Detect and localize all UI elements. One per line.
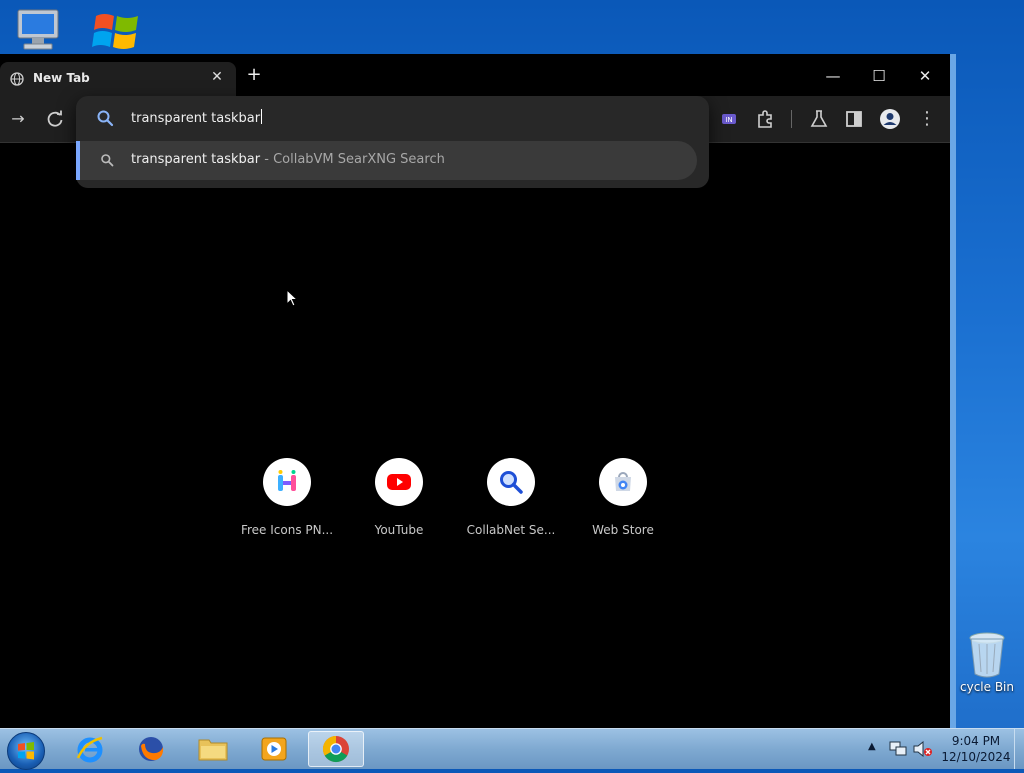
shortcut-tile (263, 458, 311, 506)
extension-badge-icon[interactable]: IN (718, 108, 740, 130)
recycle-bin-icon (969, 632, 1005, 678)
shortcut-tile (487, 458, 535, 506)
taskbar: ▲ 9:04 PM 12/10/2024 (0, 728, 1024, 770)
show-desktop-button[interactable] (1014, 729, 1024, 769)
desktop-icon-windows[interactable] (92, 8, 142, 52)
shortcut-youtube[interactable]: YouTube (344, 458, 454, 537)
desktop-icon-computer[interactable] (14, 8, 62, 52)
reload-icon[interactable] (44, 108, 66, 130)
windows-logo-icon (92, 14, 138, 49)
shortcut-collabnet[interactable]: CollabNet Se... (456, 458, 566, 537)
taskbar-file-explorer[interactable] (185, 731, 241, 767)
close-window-button[interactable]: ✕ (915, 66, 935, 86)
start-button[interactable] (7, 732, 45, 770)
suggestion-engine: CollabVM SearXNG Search (273, 152, 445, 167)
toolbar-divider (791, 110, 792, 128)
minimize-button[interactable]: — (823, 66, 843, 86)
shortcut-label: Web Store (592, 523, 654, 537)
search-icon (97, 110, 114, 127)
svg-text:IN: IN (725, 116, 732, 124)
taskbar-internet-explorer[interactable] (62, 731, 118, 767)
windows-start-icon (18, 742, 34, 760)
web-store-icon (615, 472, 631, 491)
desktop-icon-recycle-bin[interactable]: cycle Bin (950, 630, 1024, 694)
address-bar-input[interactable]: transparent taskbar (131, 109, 263, 126)
shortcut-web-store[interactable]: Web Store (568, 458, 678, 537)
tray-expand-icon[interactable]: ▲ (868, 741, 876, 752)
address-bar-value: transparent taskbar (131, 111, 261, 126)
suggestion-query: transparent taskbar (131, 152, 261, 167)
free-icons-logo-icon (278, 470, 296, 491)
volume-muted-icon[interactable] (913, 741, 933, 757)
new-tab-button[interactable]: + (244, 65, 264, 85)
maximize-button[interactable]: ☐ (869, 66, 889, 86)
clock-date: 12/10/2024 (941, 750, 1011, 764)
shortcut-tile (375, 458, 423, 506)
suggestion-search-icon (101, 154, 114, 167)
mouse-cursor-icon (286, 289, 298, 307)
folder-icon (198, 739, 228, 761)
suggestion-separator: - (260, 152, 274, 167)
recycle-bin-label: cycle Bin (960, 680, 1014, 694)
menu-kebab-icon[interactable]: ⋮ (916, 108, 938, 130)
shortcut-label: CollabNet Se... (466, 523, 556, 537)
suggestion-row[interactable]: transparent taskbar - CollabVM SearXNG S… (76, 141, 697, 180)
clock-time: 9:04 PM (951, 734, 1001, 748)
taskbar-clock[interactable]: 9:04 PM 12/10/2024 (936, 733, 1016, 765)
globe-icon (10, 72, 24, 86)
shortcut-tile (599, 458, 647, 506)
media-player-icon (261, 737, 287, 761)
tab-new-tab[interactable]: New Tab ✕ (0, 62, 236, 96)
text-caret (261, 109, 263, 124)
tab-close-icon[interactable]: ✕ (208, 68, 226, 86)
chrome-icon (322, 735, 349, 763)
taskbar-media-player[interactable] (246, 731, 302, 767)
computer-icon (17, 9, 59, 50)
side-panel-icon[interactable] (843, 108, 865, 130)
shortcut-label: Free Icons PN... (240, 523, 334, 537)
suggestion-text: transparent taskbar - CollabVM SearXNG S… (131, 152, 445, 167)
omnibox-dropdown: transparent taskbar transparent taskbar … (76, 96, 709, 188)
magnifier-search-icon (500, 471, 523, 494)
taskbar-chrome[interactable] (308, 731, 364, 767)
tab-title: New Tab (33, 71, 90, 85)
title-bar: New Tab ✕ + — ☐ ✕ (0, 54, 950, 96)
profile-avatar-icon[interactable] (879, 108, 901, 130)
firefox-icon (139, 737, 164, 761)
shortcut-free-icons[interactable]: Free Icons PN... (232, 458, 342, 537)
network-icon[interactable] (889, 741, 907, 757)
taskbar-firefox[interactable] (123, 731, 179, 767)
labs-flask-icon[interactable] (808, 108, 830, 130)
internet-explorer-icon (76, 736, 103, 763)
youtube-icon (387, 474, 411, 490)
shortcut-label: YouTube (374, 523, 424, 537)
forward-icon[interactable]: → (7, 108, 29, 130)
extensions-puzzle-icon[interactable] (754, 108, 776, 130)
